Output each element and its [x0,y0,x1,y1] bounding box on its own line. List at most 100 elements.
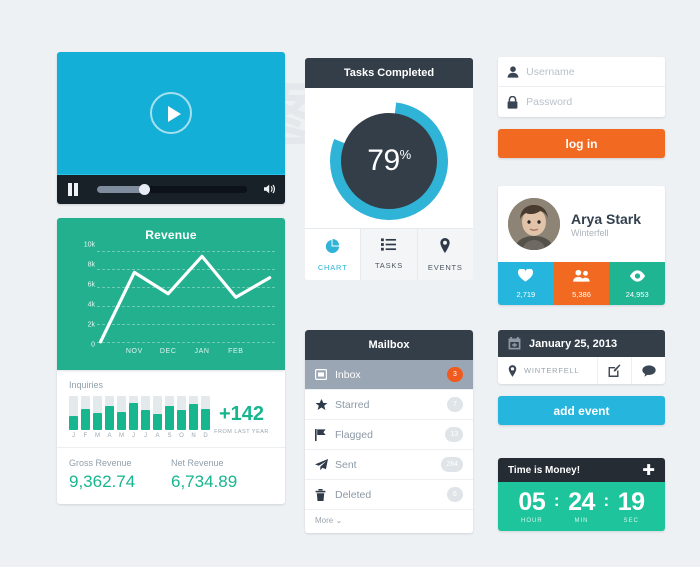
net-revenue-block: Net Revenue 6,734.89 [171,458,273,492]
tasks-donut-chart: 79% [330,102,448,220]
event-body: WINTERFELL [498,357,665,384]
mailbox-item-sent[interactable]: Sent 284 [305,450,473,480]
tab-chart-label: CHART [317,263,348,272]
login-button[interactable]: log in [498,129,665,158]
progress-knob[interactable] [139,183,150,195]
net-revenue-value: 6,734.89 [171,472,238,491]
pie-chart-icon [326,238,340,254]
password-field-row[interactable] [498,87,665,117]
inquiries-delta-note: FROM LAST YEAR [214,429,269,435]
profile-stat-value: 2,719 [516,290,536,299]
mailbox-item-badge: 13 [445,427,463,442]
plus-icon[interactable]: ✚ [642,463,655,478]
tasks-percent: 79% [367,144,412,178]
month-label: M [119,433,124,439]
tab-chart[interactable]: CHART [305,229,362,280]
x-tick: JAN [194,348,210,355]
password-input[interactable] [526,96,656,108]
mailbox-item-inbox[interactable]: Inbox 3 [305,360,473,390]
timer-hour-label: HOUR [520,518,543,524]
play-icon [168,106,181,122]
volume-icon[interactable] [255,183,285,195]
mailbox-item-label: Deleted [335,488,372,501]
inquiries-month-labels: J F M A M J J A S O N D [69,433,210,439]
y-tick: 6k [87,281,95,289]
tasks-title: Tasks Completed [305,58,473,88]
username-field-row[interactable] [498,57,665,87]
timer-header: Time is Money! ✚ [498,458,665,482]
month-label: M [95,433,100,439]
inbox-icon [315,369,335,380]
mailbox-item-starred[interactable]: Starred 7 [305,390,473,420]
month-label: A [155,433,160,439]
timer-sec-label: SEC [623,518,639,524]
bar [129,396,138,430]
profile-stat-views[interactable]: 24,953 [609,262,665,305]
tab-events[interactable]: EVENTS [417,229,473,280]
progress-slider[interactable] [89,183,255,195]
x-tick: FEB [228,348,244,355]
month-label: J [144,433,147,439]
x-tick: DEC [159,348,177,355]
timer-hour: 05 HOUR [510,488,554,524]
month-label: D [203,433,208,439]
mailbox-item-badge: 3 [447,367,463,382]
donut-hub: 79% [341,113,437,209]
heart-icon [518,268,534,282]
timer-min: 24 MIN [560,488,604,524]
profile-name: Arya Stark [571,210,642,227]
event-card: January 25, 2013 WINTERFELL add event [498,330,665,425]
mailbox-item-flagged[interactable]: Flagged 13 [305,420,473,450]
mailbox-item-label: Flagged [335,428,373,441]
paper-plane-icon [315,458,335,471]
timer-sec: 19 SEC [609,488,653,524]
month-label: A [107,433,112,439]
add-event-button[interactable]: add event [498,396,665,425]
month-label: J [132,433,135,439]
profile-stat-followers[interactable]: 5,386 [553,262,610,305]
edit-icon[interactable] [597,357,631,384]
mailbox-item-label: Inbox [335,368,361,381]
event-date: January 25, 2013 [529,337,618,350]
comment-icon[interactable] [631,357,665,384]
lock-icon [507,95,526,109]
bar [165,396,174,430]
timer-body: 05 HOUR : 24 MIN : 19 SEC [498,482,665,531]
login-fields [498,57,665,117]
pause-icon[interactable] [57,182,89,196]
mailbox-item-label: Sent [335,458,357,471]
revenue-x-axis: NOV DEC JAN FEB [97,348,275,360]
tasks-donut-section: 79% [305,88,473,228]
bar [153,396,162,430]
login-card: log in [498,57,665,158]
mailbox-item-label: Starred [335,398,370,411]
profile-subtitle: Winterfell [571,227,609,238]
profile-stat-likes[interactable]: 2,719 [498,262,554,305]
bar [177,396,186,430]
event-location: WINTERFELL [498,364,597,377]
tab-tasks[interactable]: TASKS [361,229,418,280]
month-label: S [167,433,172,439]
revenue-chart-card: Revenue 0 2k 4k 6k 8k 10k NOV DEC JAN FE… [57,218,285,370]
map-pin-icon [508,364,517,377]
percent-symbol: % [399,147,412,162]
timer-sec-value: 19 [617,488,645,516]
video-controls [57,174,285,204]
mailbox-more-button[interactable]: More ⌄ [305,510,473,533]
play-button[interactable] [150,92,192,134]
y-tick: 8k [87,261,95,269]
tab-tasks-label: TASKS [374,261,404,270]
bar [141,396,150,430]
mailbox-more-label: More [315,516,334,525]
username-input[interactable] [526,65,656,78]
progress-fill [97,185,145,193]
trash-icon [315,488,335,501]
revenue-totals: Gross Revenue 9,362.74 Net Revenue 6,734… [57,448,285,504]
mailbox-item-badge: 6 [447,487,463,502]
video-screen[interactable] [57,52,285,174]
map-pin-icon [440,238,450,253]
mailbox-item-deleted[interactable]: Deleted 6 [305,480,473,510]
tasks-tabs: CHART TASKS EVENTS [305,228,473,280]
event-location-label: WINTERFELL [524,366,580,375]
list-icon [381,238,397,251]
